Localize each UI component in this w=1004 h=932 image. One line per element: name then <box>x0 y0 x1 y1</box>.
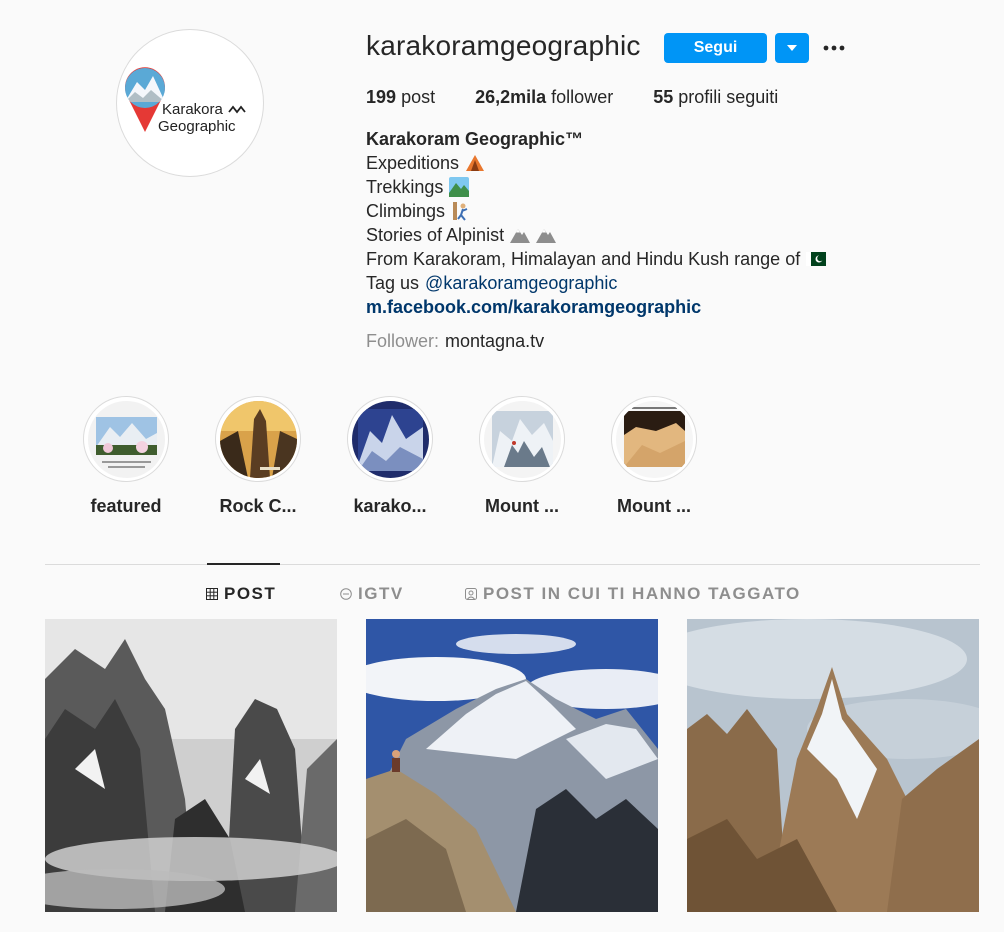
tagged-icon <box>465 588 477 600</box>
followers-link[interactable]: 26,2mila follower <box>475 87 613 108</box>
highlight-label: featured <box>90 496 162 516</box>
bio-line: Climbings <box>366 199 826 223</box>
post-image <box>687 619 979 912</box>
posts-value: 199 <box>366 87 397 107</box>
bio-line: From Karakoram, Himalayan and Hindu Kush… <box>366 247 827 271</box>
bio-line: Stories of Alpinist <box>366 223 826 247</box>
bio-line-text: Climbings <box>366 201 446 221</box>
following-value: 55 <box>653 87 674 107</box>
chevron-down-icon <box>787 45 797 51</box>
profile-avatar[interactable]: Karakora Geographic <box>116 29 264 177</box>
bio-mention-link[interactable]: @karakoramgeographic <box>425 271 617 295</box>
following-label: profili seguiti <box>678 87 779 107</box>
post-thumbnail[interactable] <box>687 619 979 912</box>
tab-tagged[interactable]: POST IN CUI TI HANNO TAGGATO <box>465 584 801 604</box>
follow-button[interactable]: Segui <box>664 33 767 63</box>
highlight-cover <box>351 400 429 478</box>
posts-count: 199 post <box>366 87 435 108</box>
bio-tag-line: Tag us @karakoramgeographic <box>366 271 826 295</box>
bio-line-text: Expeditions <box>366 153 460 173</box>
post-image <box>45 619 337 912</box>
active-tab-indicator <box>207 563 280 565</box>
highlight-item[interactable]: karako... <box>324 396 456 517</box>
bio-tag-prefix: Tag us <box>366 273 420 293</box>
highlight-ring <box>347 396 433 482</box>
highlight-ring <box>215 396 301 482</box>
bio-line-text: Trekkings <box>366 177 444 197</box>
highlight-label: Mount ... <box>485 496 559 516</box>
avatar-text-line1: Karakora <box>162 101 224 118</box>
posts-label: post <box>401 87 436 107</box>
highlight-cover <box>483 400 561 478</box>
followers-value: 26,2mila <box>475 87 547 107</box>
tab-post[interactable]: POST <box>206 584 276 604</box>
bio-line: Trekkings <box>366 175 826 199</box>
tabs-divider <box>45 564 980 565</box>
highlight-item[interactable]: featured <box>60 396 192 517</box>
highlight-cover <box>87 400 165 478</box>
highlight-label: Mount ... <box>617 496 691 516</box>
bio-line-text: From Karakoram, Himalayan and Hindu Kush… <box>366 249 801 269</box>
tent-icon <box>466 155 485 171</box>
story-highlights: featured Rock C... karako... Mount ... M… <box>60 396 720 517</box>
bio-line: Expeditions <box>366 151 826 175</box>
grid-icon <box>206 588 218 600</box>
avatar-text-line2: Geographic <box>158 118 236 135</box>
highlight-item[interactable]: Mount ... <box>588 396 720 517</box>
mountain-icon <box>536 229 557 243</box>
bio-name: Karakoram Geographic™ <box>366 129 584 149</box>
highlight-item[interactable]: Rock C... <box>192 396 324 517</box>
highlight-label: karako... <box>353 496 427 516</box>
followers-label: follower <box>551 87 614 107</box>
post-image <box>366 619 658 912</box>
followed-by-name: montagna.tv <box>445 331 545 351</box>
followed-by-label: Follower: <box>366 331 440 351</box>
profile-bio: Karakoram Geographic™ Expeditions Trekki… <box>366 127 827 353</box>
bio-external-link[interactable]: m.facebook.com/karakoramgeographic <box>366 295 826 319</box>
bio-line-text: Stories of Alpinist <box>366 225 505 245</box>
profile-stats: 199 post 26,2mila follower 55 profili se… <box>366 87 818 108</box>
tab-igtv-label: IGTV <box>358 584 404 603</box>
tab-post-label: POST <box>224 584 277 603</box>
pakistan-flag-icon <box>806 252 827 266</box>
climber-icon <box>453 202 468 221</box>
suggestions-dropdown-button[interactable] <box>775 33 809 63</box>
highlight-label: Rock C... <box>219 496 297 516</box>
mountain-landscape-icon <box>449 177 470 197</box>
tab-igtv[interactable]: IGTV <box>340 584 404 604</box>
tab-tagged-label: POST IN CUI TI HANNO TAGGATO <box>483 584 801 603</box>
mountain-icon <box>510 229 531 243</box>
options-button[interactable] <box>820 33 848 63</box>
highlight-ring <box>611 396 697 482</box>
highlight-cover <box>615 400 693 478</box>
following-link[interactable]: 55 profili seguiti <box>653 87 778 108</box>
highlight-ring <box>83 396 169 482</box>
profile-username: karakoramgeographic <box>366 30 641 61</box>
igtv-icon <box>340 588 352 600</box>
highlight-cover <box>219 400 297 478</box>
more-options-icon <box>823 45 845 51</box>
highlight-item[interactable]: Mount ... <box>456 396 588 517</box>
post-thumbnail[interactable] <box>45 619 337 912</box>
followed-by[interactable]: Follower: montagna.tv <box>366 329 826 353</box>
highlight-ring <box>479 396 565 482</box>
post-thumbnail[interactable] <box>366 619 658 912</box>
